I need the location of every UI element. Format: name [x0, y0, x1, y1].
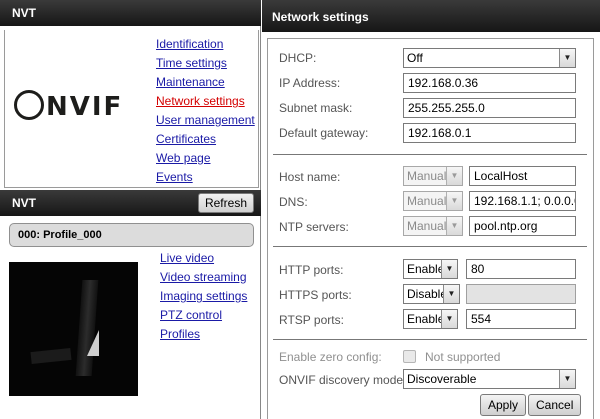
chevron-down-icon: ▼	[446, 192, 462, 210]
https-mode-value: Disable	[407, 287, 448, 301]
host-name-input[interactable]: LocalHost	[469, 166, 576, 186]
ntp-servers-label: NTP servers:	[279, 220, 349, 234]
network-settings-header: Network settings	[262, 0, 600, 32]
nav-time-settings[interactable]: Time settings	[156, 54, 255, 73]
host-name-mode-value: Manual	[407, 169, 447, 183]
nvt-panel-header: NVT	[0, 0, 261, 26]
https-ports-label: HTTPS ports:	[279, 288, 352, 302]
section-divider	[273, 246, 587, 247]
profile-nav: Live video Video streaming Imaging setti…	[160, 249, 247, 344]
network-settings-form: DHCP: Off ▼ IP Address: 192.168.0.36 Sub…	[267, 38, 594, 419]
nav-web-page[interactable]: Web page	[156, 149, 255, 168]
profile-selector[interactable]: 000: Profile_000	[9, 223, 254, 247]
nav-ptz-control[interactable]: PTZ control	[160, 306, 247, 325]
dns-mode-value: Manual	[407, 194, 447, 208]
chevron-down-icon: ▼	[441, 260, 457, 278]
dns-label: DNS:	[279, 195, 308, 209]
ip-address-input[interactable]: 192.168.0.36	[403, 73, 576, 93]
onvif-logo: NVIF	[14, 90, 123, 122]
section-divider	[273, 339, 587, 340]
live-video-thumbnail[interactable]	[9, 262, 138, 396]
discovery-mode-value: Discoverable	[407, 372, 477, 386]
zero-config-label: Enable zero config:	[279, 350, 382, 364]
chevron-down-icon: ▼	[559, 370, 575, 388]
chevron-down-icon: ▼	[559, 49, 575, 67]
rtsp-ports-input[interactable]: 554	[466, 309, 576, 329]
chevron-down-icon: ▼	[443, 285, 459, 303]
zero-config-checkbox[interactable]	[403, 350, 416, 363]
subnet-mask-label: Subnet mask:	[279, 101, 353, 115]
chevron-down-icon: ▼	[446, 217, 462, 235]
ntp-mode-value: Manual	[407, 219, 447, 233]
section-divider	[273, 154, 587, 155]
thumbnail-shape-beam	[75, 280, 99, 376]
nvt-panel: NVT NVIF Identification Time settings Ma…	[0, 0, 261, 419]
default-gateway-label: Default gateway:	[279, 126, 369, 140]
nav-maintenance[interactable]: Maintenance	[156, 73, 255, 92]
dhcp-label: DHCP:	[279, 51, 317, 65]
zero-config-status: Not supported	[425, 350, 501, 364]
dns-mode-select[interactable]: Manual ▼	[403, 191, 463, 211]
ntp-servers-input[interactable]: pool.ntp.org	[469, 216, 576, 236]
network-settings-panel: Network settings DHCP: Off ▼ IP Address:…	[262, 0, 600, 419]
subnet-mask-input[interactable]: 255.255.255.0	[403, 98, 576, 118]
nav-user-management[interactable]: User management	[156, 111, 255, 130]
host-name-mode-select[interactable]: Manual ▼	[403, 166, 463, 186]
dhcp-select-value: Off	[407, 51, 423, 65]
cancel-button[interactable]: Cancel	[528, 394, 582, 416]
apply-button[interactable]: Apply	[480, 394, 527, 416]
host-name-label: Host name:	[279, 170, 341, 184]
nav-identification[interactable]: Identification	[156, 35, 255, 54]
rtsp-mode-value: Enable	[407, 312, 445, 326]
https-mode-select[interactable]: Disable ▼	[403, 284, 460, 304]
https-ports-input[interactable]	[466, 284, 576, 304]
ip-address-label: IP Address:	[279, 76, 341, 90]
chevron-down-icon: ▼	[446, 167, 462, 185]
nav-video-streaming[interactable]: Video streaming	[160, 268, 247, 287]
nav-live-video[interactable]: Live video	[160, 249, 247, 268]
nav-network-settings[interactable]: Network settings	[156, 92, 255, 111]
http-mode-select[interactable]: Enable ▼	[403, 259, 458, 279]
http-ports-input[interactable]: 80	[466, 259, 576, 279]
rtsp-ports-label: RTSP ports:	[279, 313, 344, 327]
nav-profiles[interactable]: Profiles	[160, 325, 247, 344]
nav-events[interactable]: Events	[156, 168, 255, 187]
settings-nav: Identification Time settings Maintenance…	[156, 35, 255, 187]
dhcp-select[interactable]: Off ▼	[403, 48, 576, 68]
ntp-mode-select[interactable]: Manual ▼	[403, 216, 463, 236]
discovery-mode-label: ONVIF discovery mode:	[279, 373, 407, 387]
nav-certificates[interactable]: Certificates	[156, 130, 255, 149]
rtsp-mode-select[interactable]: Enable ▼	[403, 309, 458, 329]
thumbnail-shape-shadow	[30, 347, 72, 365]
onvif-logo-o-icon	[14, 90, 44, 120]
discovery-mode-select[interactable]: Discoverable ▼	[403, 369, 576, 389]
default-gateway-input[interactable]: 192.168.0.1	[403, 123, 576, 143]
nav-imaging-settings[interactable]: Imaging settings	[160, 287, 247, 306]
dns-input[interactable]: 192.168.1.1; 0.0.0.0	[469, 191, 576, 211]
chevron-down-icon: ▼	[441, 310, 457, 328]
http-ports-label: HTTP ports:	[279, 263, 344, 277]
onvif-logo-text: NVIF	[46, 92, 124, 122]
http-mode-value: Enable	[407, 262, 445, 276]
refresh-button[interactable]: Refresh	[197, 193, 254, 213]
